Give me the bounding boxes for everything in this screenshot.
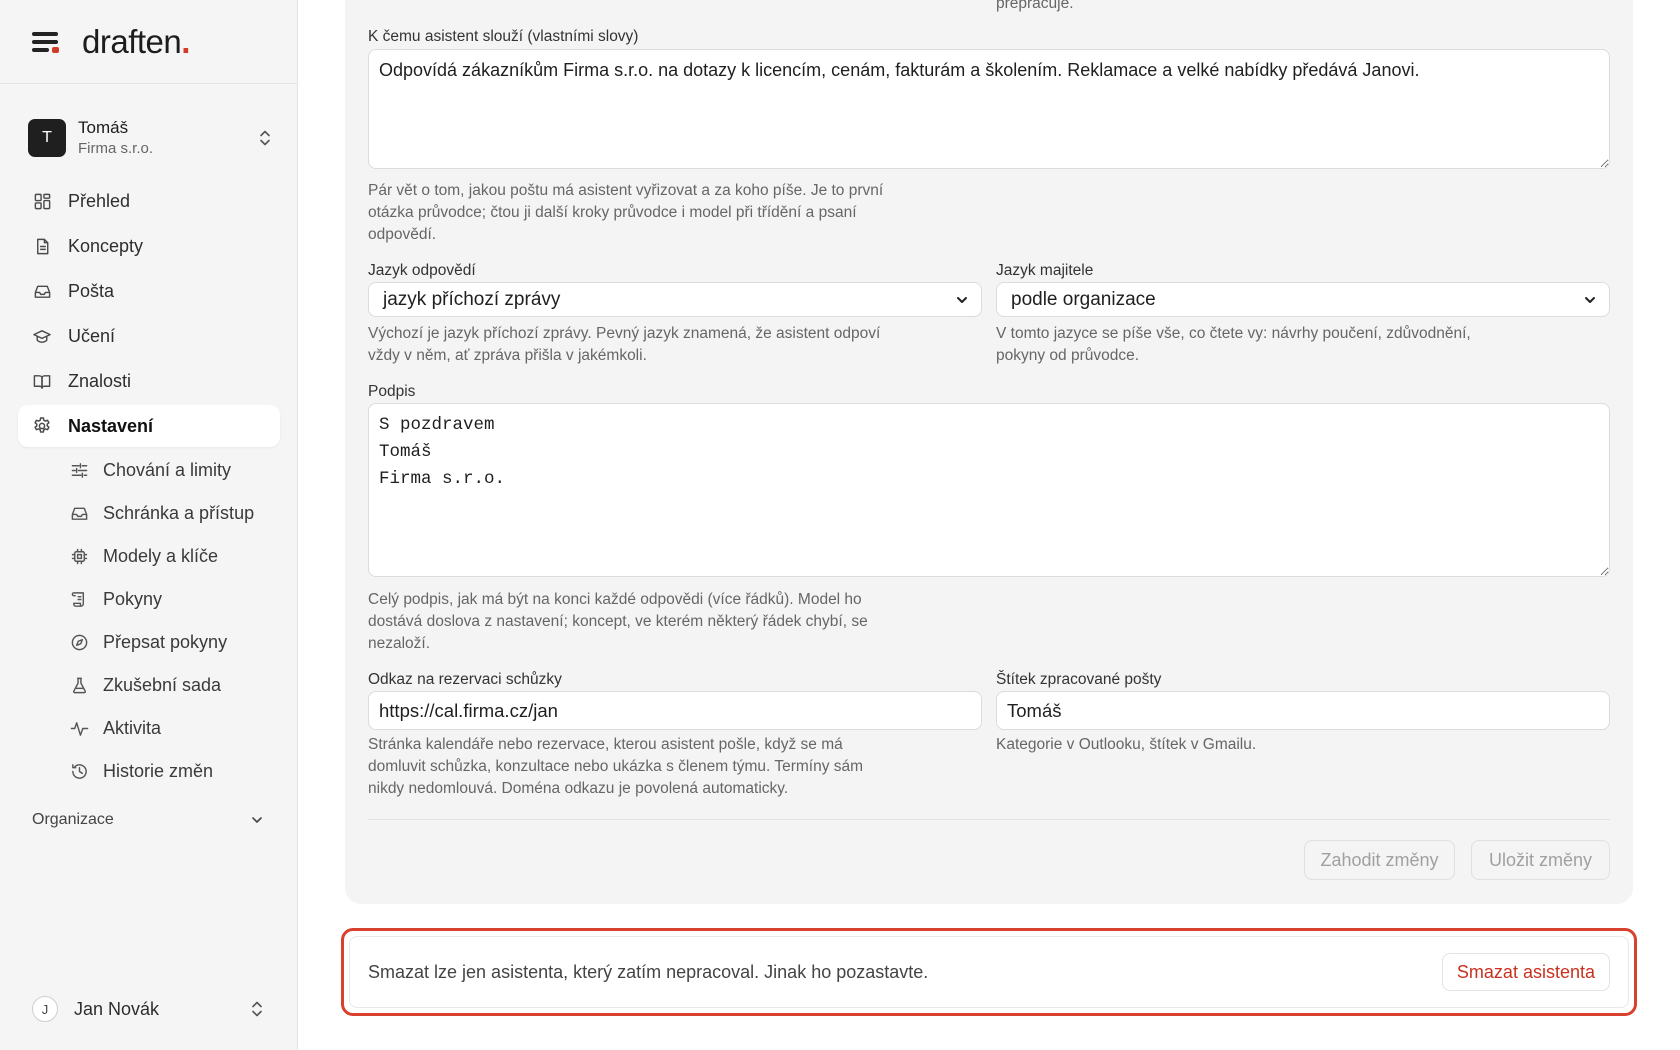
nav-item-znalosti[interactable]: Znalosti xyxy=(18,360,280,402)
nav-item-prehled[interactable]: Přehled xyxy=(18,180,280,222)
subnav-label: Pokyny xyxy=(103,588,163,609)
processed-label-help: Kategorie v Outlooku, štítek v Gmailu. xyxy=(996,736,1257,753)
processed-label-value: Tomáš xyxy=(1007,699,1062,721)
subnav-item-zkusebni[interactable]: Zkušební sada xyxy=(18,665,280,705)
nav-label: Přehled xyxy=(68,190,131,211)
chevron-down-icon xyxy=(252,817,262,823)
subnav-item-chovani[interactable]: Chování a limity xyxy=(18,450,280,490)
booking-link-help: Stránka kalendáře nebo rezervace, kterou… xyxy=(368,736,864,797)
top-help-fragment: přepracuje. xyxy=(996,0,1074,12)
form-divider xyxy=(368,819,1610,820)
subnav-item-pokyny[interactable]: Pokyny xyxy=(18,579,280,619)
reply-language-value: jazyk příchozí zprávy xyxy=(383,288,561,310)
subnav-item-prepsat[interactable]: Přepsat pokyny xyxy=(18,622,280,662)
subnav-label: Historie změn xyxy=(103,760,214,781)
history-icon xyxy=(69,761,89,781)
nav-item-koncepty[interactable]: Koncepty xyxy=(18,225,280,267)
settings-subnav: Chování a limity Schránka a přístup Mode… xyxy=(18,450,280,791)
nav-label: Znalosti xyxy=(68,370,132,391)
nav-label: Pošta xyxy=(68,280,115,301)
nav-label: Nastavení xyxy=(68,415,154,436)
signature-textarea[interactable] xyxy=(368,403,1610,577)
nav-label: Učení xyxy=(68,325,116,346)
subnav-label: Schránka a přístup xyxy=(103,502,255,523)
user-avatar: J xyxy=(32,996,58,1022)
document-icon xyxy=(32,236,52,256)
user-menu[interactable]: J Jan Novák xyxy=(32,994,264,1024)
subnav-item-historie[interactable]: Historie změn xyxy=(18,751,280,791)
chip-icon xyxy=(69,546,89,566)
danger-zone-text: Smazat lze jen asistenta, který zatím ne… xyxy=(368,961,929,982)
nav-item-uceni[interactable]: Učení xyxy=(18,315,280,357)
processed-label-input[interactable]: Tomáš xyxy=(996,691,1610,730)
dashboard-icon xyxy=(32,191,52,211)
compass-icon xyxy=(69,632,89,652)
account-switcher[interactable]: T Tomáš Firma s.r.o. xyxy=(28,118,272,158)
subnav-item-aktivita[interactable]: Aktivita xyxy=(18,708,280,748)
save-changes-button[interactable]: Uložit změny xyxy=(1471,840,1610,880)
reply-language-help: Výchozí je jazyk příchozí zprávy. Pevný … xyxy=(368,325,881,364)
signature-help: Celý podpis, jak má být na konci každé o… xyxy=(368,591,868,652)
organization-section-toggle[interactable]: Organizace xyxy=(32,808,264,832)
nav-item-nastaveni[interactable]: Nastavení xyxy=(18,405,280,447)
owner-language-help: V tomto jazyce se píše vše, co čtete vy:… xyxy=(996,325,1471,364)
booking-link-value: https://cal.firma.cz/jan xyxy=(379,699,558,721)
sliders-icon xyxy=(69,460,89,480)
signature-label: Podpis xyxy=(368,383,416,400)
subnav-label: Zkušební sada xyxy=(103,674,222,695)
org-section-label: Organizace xyxy=(32,811,114,828)
account-name: Tomáš xyxy=(78,118,129,137)
nav-label: Koncepty xyxy=(68,235,144,256)
user-name: Jan Novák xyxy=(74,998,160,1019)
menu-icon[interactable] xyxy=(32,31,60,53)
subnav-label: Modely a klíče xyxy=(103,545,219,566)
discard-changes-button[interactable]: Zahodit změny xyxy=(1304,840,1455,880)
book-icon xyxy=(32,371,52,391)
purpose-textarea[interactable] xyxy=(368,49,1610,169)
inbox-icon xyxy=(32,281,52,301)
booking-link-label: Odkaz na rezervaci schůzky xyxy=(368,671,562,688)
graduation-cap-icon xyxy=(32,326,52,346)
owner-language-value: podle organizace xyxy=(1011,288,1156,310)
gear-icon xyxy=(32,416,52,436)
activity-icon xyxy=(69,718,89,738)
reply-language-select[interactable]: jazyk příchozí zprávy xyxy=(368,282,982,317)
subnav-item-modely[interactable]: Modely a klíče xyxy=(18,536,280,576)
reply-language-label: Jazyk odpovědí xyxy=(368,262,476,279)
scroll-icon xyxy=(69,589,89,609)
account-avatar: T xyxy=(28,119,66,157)
booking-link-input[interactable]: https://cal.firma.cz/jan xyxy=(368,691,982,730)
sidebar: draften. T Tomáš Firma s.r.o. Přehled Ko… xyxy=(0,0,298,1050)
purpose-help: Pár vět o tom, jakou poštu má asistent v… xyxy=(368,182,884,243)
inbox-icon xyxy=(69,503,89,523)
delete-assistant-button[interactable]: Smazat asistenta xyxy=(1441,953,1610,991)
subnav-label: Aktivita xyxy=(103,717,162,738)
subnav-item-schranka[interactable]: Schránka a přístup xyxy=(18,493,280,533)
nav-item-posta[interactable]: Pošta xyxy=(18,270,280,312)
subnav-label: Přepsat pokyny xyxy=(103,631,228,652)
danger-zone-panel: Smazat lze jen asistenta, který zatím ne… xyxy=(349,936,1629,1008)
chevron-down-icon xyxy=(1585,296,1595,303)
processed-label-label: Štítek zpracované pošty xyxy=(996,671,1162,688)
brand-logo[interactable]: draften. xyxy=(82,23,190,61)
flask-icon xyxy=(69,675,89,695)
chevron-up-down-icon xyxy=(252,1001,262,1017)
owner-language-label: Jazyk majitele xyxy=(996,262,1094,279)
chevron-down-icon xyxy=(957,296,967,303)
subnav-label: Chování a limity xyxy=(103,459,232,480)
logo-row: draften. xyxy=(0,0,297,84)
danger-zone: Smazat lze jen asistenta, který zatím ne… xyxy=(341,928,1637,1016)
account-org: Firma s.r.o. xyxy=(78,140,154,157)
owner-language-select[interactable]: podle organizace xyxy=(996,282,1610,317)
chevron-up-down-icon xyxy=(260,130,270,146)
purpose-label: K čemu asistent slouží (vlastními slovy) xyxy=(368,28,639,45)
main-nav: Přehled Koncepty Pošta Učení Znalosti Na… xyxy=(18,180,280,794)
